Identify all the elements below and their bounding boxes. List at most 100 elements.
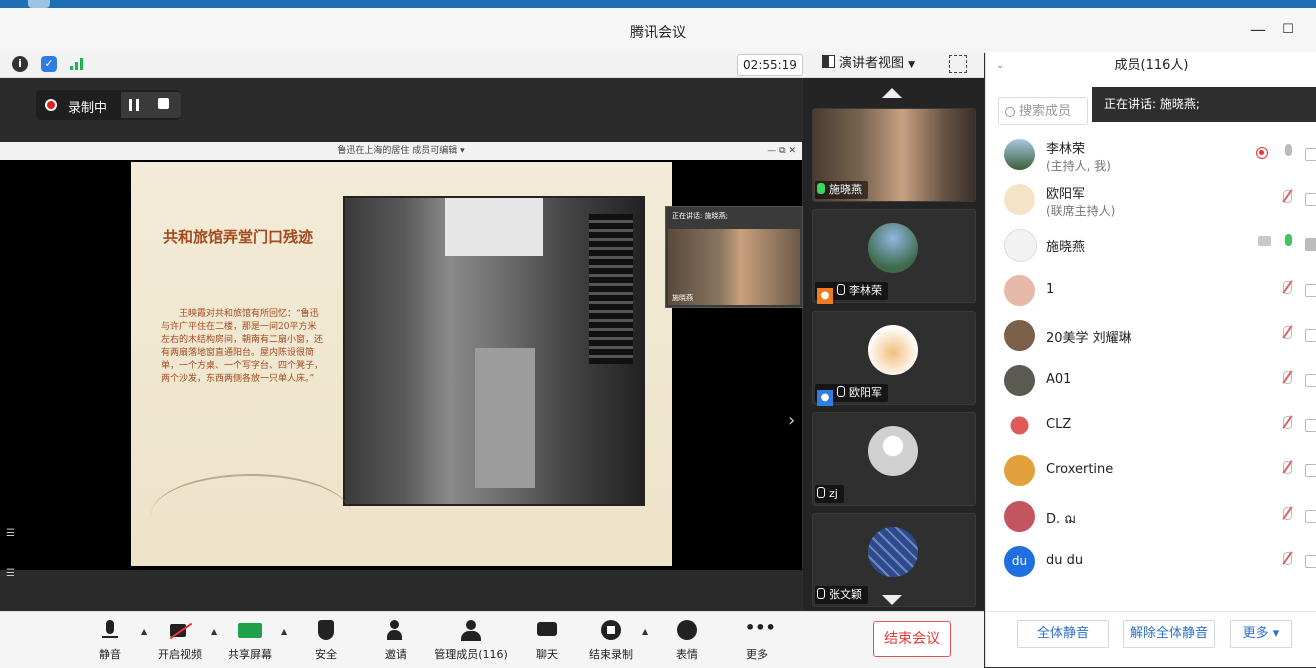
record-options-caret-icon[interactable]: ▲	[642, 627, 648, 636]
speaker-view-dropdown[interactable]: 演讲者视图 ▼	[822, 54, 932, 74]
mute-all-button[interactable]: 全体静音	[1017, 620, 1109, 648]
member-row[interactable]: D. ฌ	[986, 494, 1316, 539]
share-screen-button[interactable]: 共享屏幕	[220, 620, 280, 662]
thumbnail-name-tag: zj	[815, 485, 844, 503]
member-row[interactable]: CLZ	[986, 403, 1316, 448]
menu-icon[interactable]: ☰	[6, 568, 20, 579]
camera-off-icon[interactable]	[1305, 328, 1316, 342]
avatar: du	[1004, 545, 1035, 577]
slide-title: 共和旅馆弄堂门口残迹	[163, 228, 314, 246]
mic-muted-icon[interactable]	[1283, 280, 1292, 294]
desktop-logo	[28, 0, 50, 8]
minimize-button[interactable]: —	[1246, 18, 1270, 42]
member-row[interactable]: du du du	[986, 539, 1316, 584]
recording-icon	[1256, 147, 1268, 159]
smiley-icon	[675, 620, 699, 642]
avatar	[1004, 500, 1035, 532]
camera-off-icon[interactable]	[1305, 509, 1316, 523]
mute-button[interactable]: 静音	[80, 620, 140, 662]
camera-off-icon[interactable]	[1305, 554, 1316, 568]
camera-off-icon[interactable]	[1305, 283, 1316, 297]
member-row[interactable]: 20美学 刘耀琳	[986, 313, 1316, 358]
security-shield-icon[interactable]: ✓	[41, 56, 57, 72]
end-meeting-button[interactable]: 结束会议	[873, 621, 951, 657]
search-icon	[1005, 107, 1015, 117]
camera-off-icon[interactable]	[1305, 373, 1316, 387]
slide-body: 王映霞对共和旅馆有所回忆：“鲁迅与许广平住在二楼，那是一间20平方米左右的木结构…	[161, 309, 324, 384]
video-options-caret-icon[interactable]: ▲	[211, 627, 217, 636]
member-search-input[interactable]: 搜索成员	[998, 97, 1088, 125]
chat-button[interactable]: 聊天	[517, 620, 577, 662]
avatar	[1004, 139, 1035, 170]
mic-muted-icon[interactable]	[1283, 551, 1292, 565]
mic-icon[interactable]	[1285, 144, 1292, 156]
thumbnail-ouyangjun[interactable]: ● 欧阳军	[812, 311, 976, 406]
stop-record-icon	[599, 620, 623, 642]
thumbnail-zhangwenying[interactable]: 张文颖	[812, 513, 976, 607]
more-options-button[interactable]: 更多 ▾	[1230, 620, 1292, 648]
list-icon[interactable]: ☰	[6, 528, 20, 539]
camera-icon[interactable]	[1305, 238, 1316, 252]
more-button[interactable]: ••• 更多	[727, 620, 787, 662]
mic-muted-icon[interactable]	[1283, 506, 1292, 520]
member-name: Croxertine	[1046, 462, 1114, 478]
manage-members-button[interactable]: 管理成员(116)	[431, 620, 511, 662]
thumbnail-lilinrong[interactable]: ● 李林荣	[812, 209, 976, 304]
view-layout-icon	[822, 55, 835, 68]
security-button[interactable]: 安全	[296, 620, 356, 662]
camera-off-icon[interactable]	[1305, 464, 1316, 478]
pause-recording-button[interactable]	[121, 92, 181, 118]
chevron-right-icon[interactable]: ›	[788, 410, 795, 431]
end-recording-button[interactable]: 结束录制	[581, 620, 641, 662]
thumbnail-shixiaoyan[interactable]: 施晓燕	[812, 108, 976, 202]
slide-photo	[343, 196, 645, 506]
collapse-chevron-icon[interactable]: ⌄	[996, 52, 1004, 80]
unmute-all-button[interactable]: 解除全体静音	[1123, 620, 1215, 648]
stop-recording-button[interactable]	[158, 98, 169, 109]
more-dots-icon: •••	[745, 618, 776, 637]
meeting-topbar: i ✓ 02:55:19 演讲者视图 ▼	[0, 52, 984, 78]
shield-icon	[314, 620, 338, 642]
signal-icon[interactable]	[70, 58, 86, 70]
shared-screen: 鲁迅在上海的居住 成员可编辑 ▾ — ⧉ ✕ 共和旅馆弄堂门口残迹 王映霞对共和…	[0, 142, 803, 570]
mic-active-icon[interactable]	[1285, 234, 1292, 247]
camera-off-icon[interactable]	[1305, 193, 1316, 207]
members-title: 成员(116人)	[1114, 58, 1189, 73]
mic-muted-icon[interactable]	[1283, 416, 1292, 430]
camera-off-icon[interactable]	[1305, 148, 1316, 161]
share-screen-label: 共享屏幕	[228, 648, 272, 661]
shared-window-title: 鲁迅在上海的居住 成员可编辑 ▾	[337, 146, 465, 156]
invite-button[interactable]: 邀请	[366, 620, 426, 662]
member-name: D. ฌ	[1046, 511, 1076, 527]
members-panel: ⌄ 成员(116人) 搜索成员 正在讲话: 施晓燕; 李林荣 (主持人, 我) …	[985, 52, 1316, 667]
member-row[interactable]: Croxertine	[986, 448, 1316, 493]
start-video-button[interactable]: 开启视频	[150, 620, 210, 662]
mic-muted-icon[interactable]	[1283, 370, 1292, 384]
mic-muted-icon[interactable]	[1283, 461, 1292, 475]
member-row[interactable]: 欧阳军 (联席主持人)	[986, 177, 1316, 222]
member-row[interactable]: 1	[986, 268, 1316, 313]
cohost-badge-icon: ●	[817, 390, 833, 406]
info-icon[interactable]: i	[12, 56, 28, 72]
member-row[interactable]: 李林荣 (主持人, 我)	[986, 132, 1316, 177]
scroll-down-icon[interactable]	[882, 595, 902, 605]
share-options-caret-icon[interactable]: ▲	[281, 627, 287, 636]
window-titlebar: 腾讯会议 — ☐	[0, 8, 1316, 53]
floating-speaker-window[interactable]: 正在讲话: 施晓燕; 施晓燕	[665, 206, 803, 308]
mute-options-caret-icon[interactable]: ▲	[141, 627, 147, 636]
mic-muted-icon[interactable]	[1283, 325, 1292, 339]
member-row[interactable]: 施晓燕	[986, 222, 1316, 267]
search-placeholder: 搜索成员	[1019, 104, 1072, 119]
view-label: 演讲者视图	[839, 56, 905, 71]
maximize-button[interactable]: ☐	[1276, 18, 1300, 42]
scroll-up-icon[interactable]	[882, 88, 902, 98]
avatar	[1004, 229, 1037, 263]
mic-muted-icon[interactable]	[1283, 190, 1292, 204]
avatar	[868, 325, 918, 375]
avatar	[868, 426, 918, 476]
thumbnail-zj[interactable]: zj	[812, 412, 976, 506]
member-row[interactable]: A01	[986, 358, 1316, 403]
camera-off-icon[interactable]	[1305, 419, 1316, 433]
fullscreen-icon[interactable]	[949, 55, 967, 73]
reaction-button[interactable]: 表情	[657, 620, 717, 662]
